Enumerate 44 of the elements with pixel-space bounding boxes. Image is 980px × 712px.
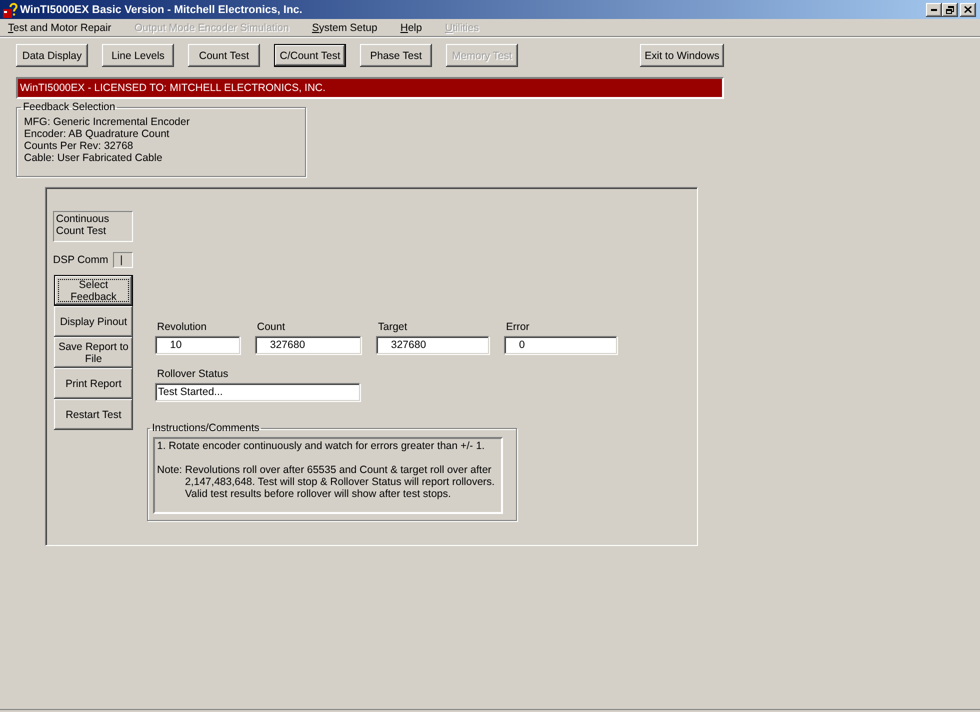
menu-item[interactable]: System Setup (306, 20, 384, 34)
reading-field[interactable]: 327680 (255, 336, 361, 354)
feedback-line: Cable: User Fabricated Cable (24, 152, 164, 164)
reading-field[interactable]: 10 (155, 336, 240, 354)
close-button[interactable] (960, 2, 976, 16)
toolbar-button[interactable]: C/Count Test (274, 44, 346, 67)
reading-field[interactable]: 327680 (376, 336, 489, 354)
restore-button[interactable] (942, 2, 958, 16)
minimize-button[interactable] (926, 2, 942, 16)
toolbar-button[interactable]: Phase Test (360, 44, 432, 67)
toolbar-button[interactable]: Count Test (188, 44, 260, 67)
menu-item[interactable]: Help (394, 20, 428, 34)
field-label: Target (377, 321, 408, 333)
app-icon (2, 2, 18, 18)
exit-button[interactable]: Exit to Windows (640, 44, 724, 67)
test-name-label: Continuous Count Test (53, 211, 133, 242)
close-icon (964, 6, 972, 13)
feedback-line: Encoder: AB Quadrature Count (24, 128, 170, 140)
window-title: WinTI5000EX Basic Version - Mitchell Electronics, Inc. (20, 4, 304, 16)
side-button[interactable]: Save Report to File (54, 337, 133, 368)
field-label: Revolution (156, 321, 208, 333)
license-banner: WinTI5000EX - LICENSED TO: MITCHELL ELECTRONICS, INC. (16, 77, 724, 99)
menu-item[interactable]: Test and Motor Repair (2, 20, 118, 34)
feedback-line: Counts Per Rev: 32768 (24, 140, 134, 152)
side-button[interactable]: Select Feedback (54, 275, 133, 306)
side-button[interactable]: Print Report (54, 368, 133, 399)
side-button[interactable]: Display Pinout (54, 306, 133, 337)
dsp-comm-indicator: | (113, 252, 133, 268)
feedback-line: MFG: Generic Incremental Encoder (24, 116, 191, 128)
group-title: Feedback Selection (22, 101, 116, 113)
toolbar-button[interactable]: Data Display (16, 44, 88, 67)
field-label: Count (256, 321, 286, 333)
restore-icon (946, 6, 954, 14)
minimize-icon (931, 8, 937, 10)
field-label: Error (505, 321, 530, 333)
reading-field[interactable]: 0 (504, 336, 617, 354)
toolbar-button[interactable]: Line Levels (102, 44, 174, 67)
side-button[interactable]: Restart Test (54, 399, 133, 430)
status-field[interactable]: Test Started... (155, 383, 360, 401)
group-title: Instructions/Comments (151, 422, 260, 434)
field-label: Rollover Status (156, 368, 230, 380)
dsp-comm-label: DSP Comm (53, 254, 108, 266)
instruction-text: Note: Revolutions roll over after 65535 and Count & target roll over after 2,147,483,648. Test will stop & Rollover Status will report rollovers. Valid test results before rollover will show after test stops. (157, 464, 496, 500)
instruction-text: 1. Rotate encoder continuously and watch for errors greater than +/- 1. (157, 440, 486, 452)
